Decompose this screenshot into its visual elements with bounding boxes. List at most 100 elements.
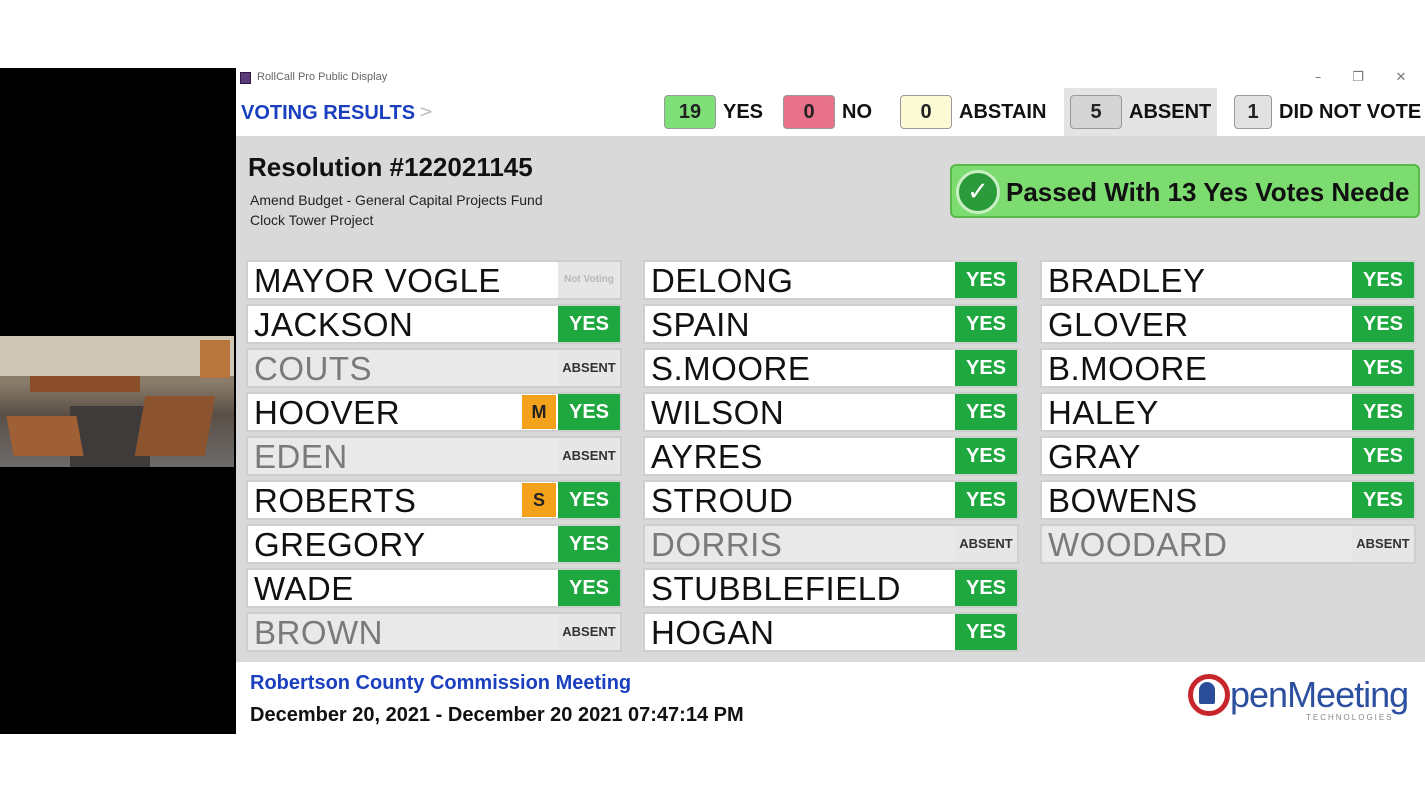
passed-status-banner: ✓ Passed With 13 Yes Votes Neede xyxy=(950,164,1420,218)
tally-no-count: 0 xyxy=(783,95,835,129)
meeting-name: Robertson County Commission Meeting xyxy=(250,672,632,694)
member-row: SPAIN YES xyxy=(643,304,1019,344)
member-name: MAYOR VOGLE xyxy=(248,262,558,298)
member-column-3: BRADLEY YES GLOVER YES B.MOORE YES HALEY YES GRA… xyxy=(1040,260,1416,568)
member-row: JACKSON YES xyxy=(246,304,622,344)
chevron-right-icon: > xyxy=(419,102,434,122)
second-badge: S xyxy=(522,483,556,517)
vote-badge-yes: YES xyxy=(955,394,1017,430)
tally-yes-label: YES xyxy=(723,100,764,123)
tally-absent-count: 5 xyxy=(1070,95,1122,129)
member-name: WADE xyxy=(248,570,558,606)
member-name: HOGAN xyxy=(645,614,955,650)
meeting-datetime: December 20, 2021 - December 20 2021 07:… xyxy=(250,704,744,726)
vote-badge-yes: YES xyxy=(1352,482,1414,518)
member-name: WILSON xyxy=(645,394,955,430)
member-row: B.MOORE YES xyxy=(1040,348,1416,388)
vote-badge-yes: YES xyxy=(1352,306,1414,342)
member-name: GLOVER xyxy=(1042,306,1352,342)
passed-status-text: Passed With 13 Yes Votes Neede xyxy=(1006,177,1410,207)
tally-did-not-vote: 1 DID NOT VOTE xyxy=(1234,94,1421,130)
member-name: GREGORY xyxy=(248,526,558,562)
camera-feed-thumbnail xyxy=(0,336,234,467)
member-row: HOGAN YES xyxy=(643,612,1019,652)
member-row: STROUD YES xyxy=(643,480,1019,520)
member-row: GREGORY YES xyxy=(246,524,622,564)
vote-badge-yes: YES xyxy=(955,350,1017,386)
rollcall-window: RollCall Pro Public Display – ❐ ✕ VOTING… xyxy=(236,68,1425,734)
member-name: BOWENS xyxy=(1042,482,1352,518)
member-row: BOWENS YES xyxy=(1040,480,1416,520)
vote-badge-yes: YES xyxy=(558,482,620,518)
minimize-button[interactable]: – xyxy=(1306,69,1330,87)
member-column-2: DELONG YES SPAIN YES S.MOORE YES WILSON YES AYRE… xyxy=(643,260,1019,656)
member-row: WILSON YES xyxy=(643,392,1019,432)
tally-absent-label: ABSENT xyxy=(1129,100,1212,123)
member-name: STUBBLEFIELD xyxy=(645,570,955,606)
resolution-description-line1: Amend Budget - General Capital Projects … xyxy=(250,192,543,208)
openmeeting-logo: penMeeting TECHNOLOGIES xyxy=(1186,670,1418,726)
vote-badge-yes: YES xyxy=(955,482,1017,518)
vote-badge-yes: YES xyxy=(955,438,1017,474)
footer: Robertson County Commission Meeting Dece… xyxy=(236,662,1425,734)
tally-no: 0 NO xyxy=(783,94,872,130)
member-row: BRADLEY YES xyxy=(1040,260,1416,300)
member-row: GRAY YES xyxy=(1040,436,1416,476)
vote-badge-yes: YES xyxy=(955,614,1017,650)
logo-subtitle: TECHNOLOGIES xyxy=(1306,713,1394,722)
member-name: JACKSON xyxy=(248,306,558,342)
vote-badge-yes: YES xyxy=(955,262,1017,298)
member-name: DELONG xyxy=(645,262,955,298)
close-button[interactable]: ✕ xyxy=(1389,69,1413,87)
motion-badge: M xyxy=(522,395,556,429)
maximize-button[interactable]: ❐ xyxy=(1346,69,1370,87)
window-title: RollCall Pro Public Display xyxy=(257,71,388,83)
vote-badge-yes: YES xyxy=(1352,394,1414,430)
vote-badge-absent: ABSENT xyxy=(558,438,620,474)
vote-badge-yes: YES xyxy=(558,526,620,562)
member-name: COUTS xyxy=(248,350,558,386)
member-name: STROUD xyxy=(645,482,955,518)
tally-abstain-label: ABSTAIN xyxy=(959,100,1047,123)
vote-badge-yes: YES xyxy=(1352,262,1414,298)
resolution-description-line2: Clock Tower Project xyxy=(250,212,374,228)
section-title[interactable]: VOTING RESULTS xyxy=(241,102,415,125)
vote-badge-yes: YES xyxy=(558,306,620,342)
member-name: HALEY xyxy=(1042,394,1352,430)
member-name: AYRES xyxy=(645,438,955,474)
member-row: WOODARD ABSENT xyxy=(1040,524,1416,564)
tally-yes-count: 19 xyxy=(664,95,716,129)
title-bar: RollCall Pro Public Display – ❐ ✕ xyxy=(236,68,1425,88)
member-name: ROBERTS xyxy=(248,482,558,518)
app-icon xyxy=(240,72,251,84)
tally-absent: 5 ABSENT xyxy=(1064,88,1218,136)
member-name: SPAIN xyxy=(645,306,955,342)
member-row: MAYOR VOGLE Not Voting xyxy=(246,260,622,300)
vote-badge-yes: YES xyxy=(1352,438,1414,474)
member-row: STUBBLEFIELD YES xyxy=(643,568,1019,608)
member-name: GRAY xyxy=(1042,438,1352,474)
check-circle-icon: ✓ xyxy=(956,170,1000,214)
member-row: GLOVER YES xyxy=(1040,304,1416,344)
vote-badge-absent: ABSENT xyxy=(1352,526,1414,562)
screen: RollCall Pro Public Display – ❐ ✕ VOTING… xyxy=(0,0,1425,802)
member-row: DELONG YES xyxy=(643,260,1019,300)
member-row: BROWN ABSENT xyxy=(246,612,622,652)
member-name: BROWN xyxy=(248,614,558,650)
tally-did-not-vote-count: 1 xyxy=(1234,95,1272,129)
tally-abstain: 0 ABSTAIN xyxy=(900,94,1046,130)
tally-no-label: NO xyxy=(842,100,872,123)
vote-badge-yes: YES xyxy=(558,570,620,606)
vote-badge-yes: YES xyxy=(955,570,1017,606)
member-row: AYRES YES xyxy=(643,436,1019,476)
member-row: HOOVER M YES xyxy=(246,392,622,432)
member-row: DORRIS ABSENT xyxy=(643,524,1019,564)
member-row: WADE YES xyxy=(246,568,622,608)
results-header: VOTING RESULTS > 19 YES 0 NO 0 ABSTAIN 5… xyxy=(236,88,1425,136)
vote-badge-yes: YES xyxy=(1352,350,1414,386)
capitol-dome-icon xyxy=(1199,682,1215,704)
logo-wordmark: penMeeting xyxy=(1230,674,1409,715)
member-name: BRADLEY xyxy=(1042,262,1352,298)
member-row: S.MOORE YES xyxy=(643,348,1019,388)
vote-badge-absent: ABSENT xyxy=(558,614,620,650)
